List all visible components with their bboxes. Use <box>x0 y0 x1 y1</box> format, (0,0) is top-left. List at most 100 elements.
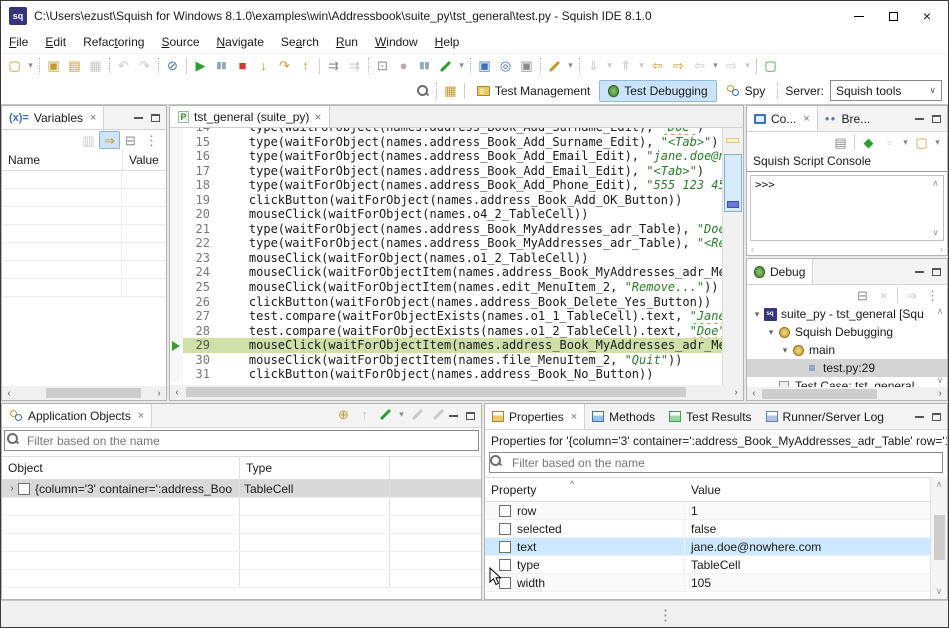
table-row[interactable] <box>2 534 481 552</box>
menu-run[interactable]: Run <box>336 35 358 49</box>
table-row[interactable] <box>2 498 481 516</box>
close-editor-icon[interactable]: × <box>314 110 321 124</box>
variables-hscrollbar[interactable]: ‹ › <box>2 386 166 400</box>
variables-col-value[interactable]: Value <box>122 150 166 170</box>
scroll-left-icon[interactable]: ‹ <box>751 244 754 254</box>
scroll-down-icon[interactable]: ∨ <box>932 225 939 240</box>
console-prompt[interactable]: >>> <box>751 176 928 240</box>
pick-dropdown-icon[interactable]: ▾ <box>396 404 407 424</box>
step-into-icon[interactable]: ↓ <box>253 56 274 76</box>
annotate-icon[interactable] <box>544 56 565 76</box>
menu-source[interactable]: Source <box>161 35 199 49</box>
col-property[interactable]: Property <box>485 481 685 501</box>
variables-col-name[interactable]: Name <box>2 150 122 170</box>
sash-handle[interactable] <box>664 608 667 622</box>
paste-icon[interactable]: ▤ <box>64 56 85 76</box>
scroll-right-icon[interactable]: › <box>933 388 947 399</box>
code-line[interactable]: 17 type(waitForObject(names.address_Book… <box>170 164 722 179</box>
property-checkbox[interactable] <box>499 577 511 589</box>
code-line[interactable]: 15 type(waitForObject(names.address_Book… <box>170 135 722 150</box>
property-row[interactable]: width105 <box>485 574 930 592</box>
new-dropdown-icon[interactable]: ▾ <box>25 56 36 76</box>
scroll-thumb[interactable] <box>762 389 877 399</box>
display-console-icon[interactable]: ▫ <box>879 133 900 151</box>
pause-record-icon[interactable]: ▮▮ <box>414 56 435 76</box>
code-line[interactable]: 28 test.compare(waitForObjectExists(name… <box>170 324 722 339</box>
tab-console[interactable]: Co... × <box>747 106 818 131</box>
back-history-dropdown-icon[interactable]: ▾ <box>710 56 721 76</box>
close-tab-icon[interactable]: × <box>803 113 809 125</box>
property-row[interactable]: textjane.doe@nowhere.com <box>485 538 930 556</box>
debug-tree-item[interactable]: Test Case: tst_general <box>747 377 947 387</box>
expander-closed-icon[interactable]: › <box>6 483 18 494</box>
menu-refactoring[interactable]: Refactoring <box>83 35 144 49</box>
open-console-dropdown-icon[interactable]: ▾ <box>932 133 943 151</box>
stop-icon[interactable]: ■ <box>232 56 253 76</box>
record-icon[interactable]: ⊘ <box>162 56 183 76</box>
code-line[interactable]: 31 clickButton(waitForObject(names.addre… <box>170 367 722 382</box>
edit-name-icon[interactable] <box>428 404 449 424</box>
import-icon[interactable]: ⇓ <box>583 56 604 76</box>
tab-methods[interactable]: Methods <box>585 404 662 429</box>
code-line[interactable]: 16 type(waitForObject(names.address_Book… <box>170 149 722 164</box>
tab-debug[interactable]: Debug <box>747 259 813 284</box>
code-line[interactable]: 30 mouseClick(waitForObjectItem(names.fi… <box>170 353 722 368</box>
new-editor-icon[interactable]: ▢ <box>760 56 781 76</box>
property-checkbox[interactable] <box>499 505 511 517</box>
expander-icon[interactable]: ▾ <box>779 345 791 356</box>
export-icon[interactable]: ⇑ <box>615 56 636 76</box>
code-line[interactable]: 26 clickButton(waitForObject(names.addre… <box>170 295 722 310</box>
code-line[interactable]: 23 mouseClick(waitForObject(names.o1_2_T… <box>170 251 722 266</box>
minimize-view-icon[interactable] <box>915 271 924 273</box>
property-checkbox[interactable] <box>499 523 511 535</box>
menu-help[interactable]: Help <box>435 35 460 49</box>
step-return-icon[interactable]: ↑ <box>295 56 316 76</box>
code-line[interactable]: 27 test.compare(waitForObjectExists(name… <box>170 309 722 324</box>
menu-file[interactable]: File <box>9 35 28 49</box>
table-row[interactable] <box>2 552 481 570</box>
undo-icon[interactable]: ↶ <box>113 56 134 76</box>
toggle-mark-icon[interactable]: ⊡ <box>372 56 393 76</box>
code-line[interactable]: 18 type(waitForObject(names.address_Book… <box>170 178 722 193</box>
annotate-dropdown-icon[interactable]: ▾ <box>565 56 576 76</box>
scroll-left-icon[interactable]: ‹ <box>170 387 184 398</box>
editor-scroll-thumb[interactable] <box>724 154 742 212</box>
picker-dropdown-icon[interactable]: ▾ <box>456 56 467 76</box>
property-row[interactable]: selectedfalse <box>485 520 930 538</box>
property-filter-input[interactable] <box>489 452 943 473</box>
debug-tree-item[interactable]: ≡test.py:29 <box>747 359 947 377</box>
maximize-view-icon[interactable] <box>932 413 941 421</box>
view-menu-icon[interactable]: ⋮ <box>922 286 943 304</box>
debug-tree-item[interactable]: ▾sqsuite_py - tst_general [Squ <box>747 305 947 323</box>
console-hscrollbar[interactable]: ‹ › <box>747 243 947 255</box>
picker-icon[interactable] <box>435 56 456 76</box>
skip-disabled-icon[interactable]: ⇉ <box>344 56 365 76</box>
table-row[interactable] <box>2 516 481 534</box>
table-row[interactable]: ›{column='3' container=':address_BooTabl… <box>2 480 481 498</box>
occurrence-marker[interactable] <box>726 138 739 143</box>
export-dropdown-icon[interactable]: ▾ <box>636 56 647 76</box>
expander-icon[interactable]: ▾ <box>765 327 777 338</box>
test-debugging-button[interactable]: Test Debugging <box>599 80 716 102</box>
pin-console-icon[interactable]: ◆ <box>858 133 879 151</box>
forward-icon[interactable]: ⇨ <box>668 56 689 76</box>
collapse-all-icon[interactable]: ⊟ <box>120 131 141 149</box>
table-row[interactable] <box>2 207 166 225</box>
clear-console-icon[interactable]: ▤ <box>830 133 851 151</box>
redo-icon[interactable]: ↷ <box>134 56 155 76</box>
code-line[interactable]: 25 mouseClick(waitForObjectItem(names.ed… <box>170 280 722 295</box>
open-console-icon[interactable]: ▢ <box>911 133 932 151</box>
minimize-view-icon[interactable] <box>915 118 924 120</box>
maximize-view-icon[interactable] <box>932 115 941 123</box>
col-type[interactable]: Type <box>240 457 390 479</box>
open-perspective-icon[interactable]: ▦ <box>440 81 461 101</box>
scroll-right-icon[interactable]: › <box>729 387 743 398</box>
debug-tree-item[interactable]: ▾Squish Debugging <box>747 323 947 341</box>
search-icon[interactable] <box>412 81 433 101</box>
import-dropdown-icon[interactable]: ▾ <box>604 56 615 76</box>
browser-icon[interactable]: ◎ <box>495 56 516 76</box>
table-row[interactable] <box>2 171 166 189</box>
pick-object-icon[interactable] <box>375 404 396 424</box>
scroll-thumb[interactable] <box>186 387 686 397</box>
property-checkbox[interactable] <box>499 541 511 553</box>
